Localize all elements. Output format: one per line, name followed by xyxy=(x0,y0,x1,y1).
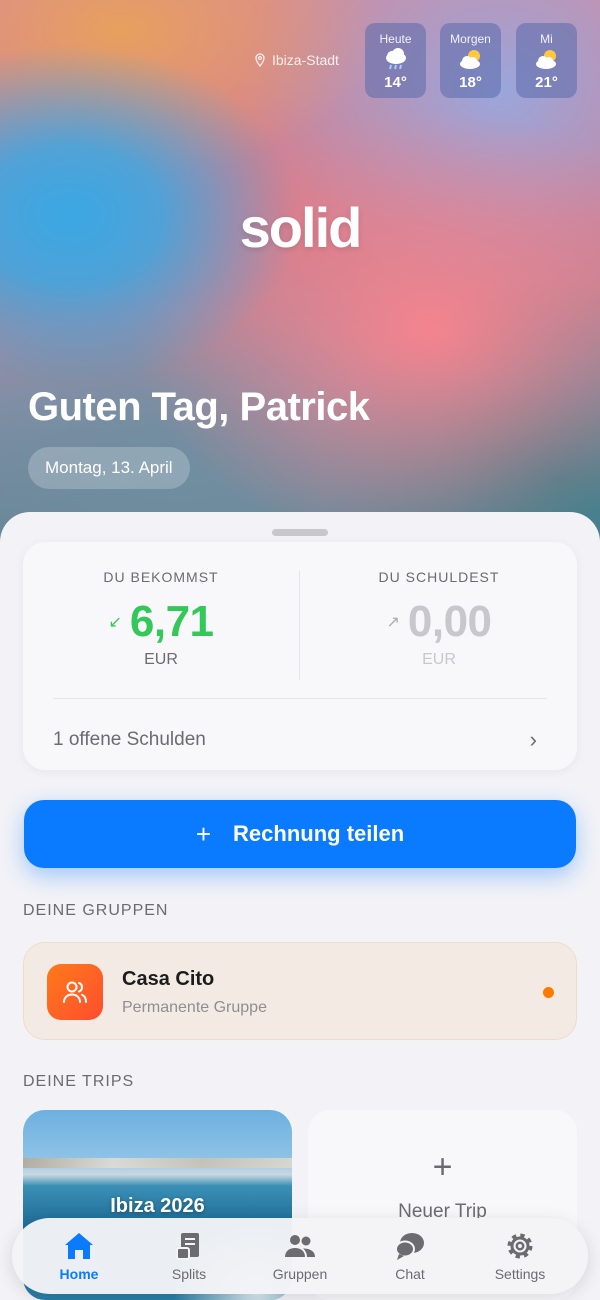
receive-amount: 6,71 xyxy=(129,597,214,646)
receive-currency: EUR xyxy=(144,651,178,668)
open-debts-row[interactable]: 1 offene Schulden › xyxy=(53,727,537,753)
receive-label: DU BEKOMMST xyxy=(103,569,219,585)
chevron-right-icon: › xyxy=(529,727,537,752)
plus-icon: + xyxy=(432,1148,453,1186)
tab-label: Chat xyxy=(395,1266,425,1282)
split-bill-label: Rechnung teilen xyxy=(233,821,405,846)
people-icon xyxy=(285,1235,315,1257)
group-subtitle: Permanente Gruppe xyxy=(122,999,267,1016)
partly-sunny-icon xyxy=(516,48,577,72)
receive-column: DU BEKOMMST ↙ 6,71 EUR xyxy=(23,542,299,669)
plus-icon: + xyxy=(195,818,212,849)
sheet-handle[interactable] xyxy=(272,529,328,536)
balance-card: DU BEKOMMST ↙ 6,71 EUR DU SCHULDEST ↗ 0,… xyxy=(23,542,577,770)
gear-icon xyxy=(507,1233,533,1259)
weather-card-today[interactable]: Heute 14° xyxy=(365,23,426,98)
trip-name: Ibiza 2026 xyxy=(110,1195,205,1217)
trips-section-title: DEINE TRIPS xyxy=(23,1073,135,1090)
owe-column: DU SCHULDEST ↗ 0,00 EUR xyxy=(301,542,577,669)
location-label: Ibiza-Stadt xyxy=(272,52,339,68)
home-icon xyxy=(65,1233,93,1259)
location-pin-icon xyxy=(255,53,265,67)
weather-card-tomorrow[interactable]: Morgen 18° xyxy=(440,23,501,98)
group-name: Casa Cito xyxy=(122,968,215,990)
receipt-icon xyxy=(176,1233,199,1260)
weather-day: Morgen xyxy=(450,32,491,46)
rain-cloud-icon xyxy=(365,48,426,72)
partly-sunny-icon xyxy=(440,48,501,72)
tab-gruppen[interactable]: Gruppen xyxy=(245,1218,355,1294)
weather-temp: 18° xyxy=(459,74,482,91)
people-icon xyxy=(47,964,103,1020)
arrow-up-right-icon: ↗ xyxy=(386,614,400,631)
unread-dot xyxy=(543,987,554,998)
trip-photo xyxy=(23,1158,292,1168)
weather-day: Mi xyxy=(540,32,553,46)
tab-home[interactable]: Home xyxy=(24,1218,134,1294)
open-debts-label: 1 offene Schulden xyxy=(53,729,206,750)
tab-label: Splits xyxy=(171,1266,207,1282)
greeting-title: Guten Tag, Patrick xyxy=(28,385,370,429)
groups-section-title: DEINE GRUPPEN xyxy=(23,902,169,919)
weather-card-wednesday[interactable]: Mi 21° xyxy=(516,23,577,98)
group-card-casa-cito[interactable]: Casa Cito Permanente Gruppe xyxy=(23,942,577,1040)
bottom-sheet: DU BEKOMMST ↙ 6,71 EUR DU SCHULDEST ↗ 0,… xyxy=(0,512,600,1300)
weather-temp: 14° xyxy=(384,74,407,91)
tab-bar: Home Splits Gruppen Chat Settings xyxy=(12,1218,588,1294)
location[interactable]: Ibiza-Stadt xyxy=(254,52,339,68)
tab-chat[interactable]: Chat xyxy=(355,1218,465,1294)
divider xyxy=(53,698,547,699)
owe-currency: EUR xyxy=(422,651,456,668)
arrow-down-left-icon: ↙ xyxy=(108,614,122,631)
app-logo: solid xyxy=(239,196,363,259)
weather-day: Heute xyxy=(379,32,412,46)
tab-label: Home xyxy=(59,1266,99,1282)
owe-label: DU SCHULDEST xyxy=(378,569,500,585)
tab-splits[interactable]: Splits xyxy=(134,1218,244,1294)
tab-label: Gruppen xyxy=(272,1266,328,1282)
tab-label: Settings xyxy=(494,1266,546,1282)
chat-bubble-icon xyxy=(395,1233,424,1260)
hero-header: Ibiza-Stadt Heute 14° Morgen 18° Mi 21° … xyxy=(0,0,600,560)
split-bill-button[interactable]: + Rechnung teilen xyxy=(24,800,576,868)
tab-settings[interactable]: Settings xyxy=(465,1218,575,1294)
divider xyxy=(299,570,300,680)
owe-amount: 0,00 xyxy=(407,597,492,646)
weather-temp: 21° xyxy=(535,74,558,91)
date-pill: Montag, 13. April xyxy=(28,447,190,489)
